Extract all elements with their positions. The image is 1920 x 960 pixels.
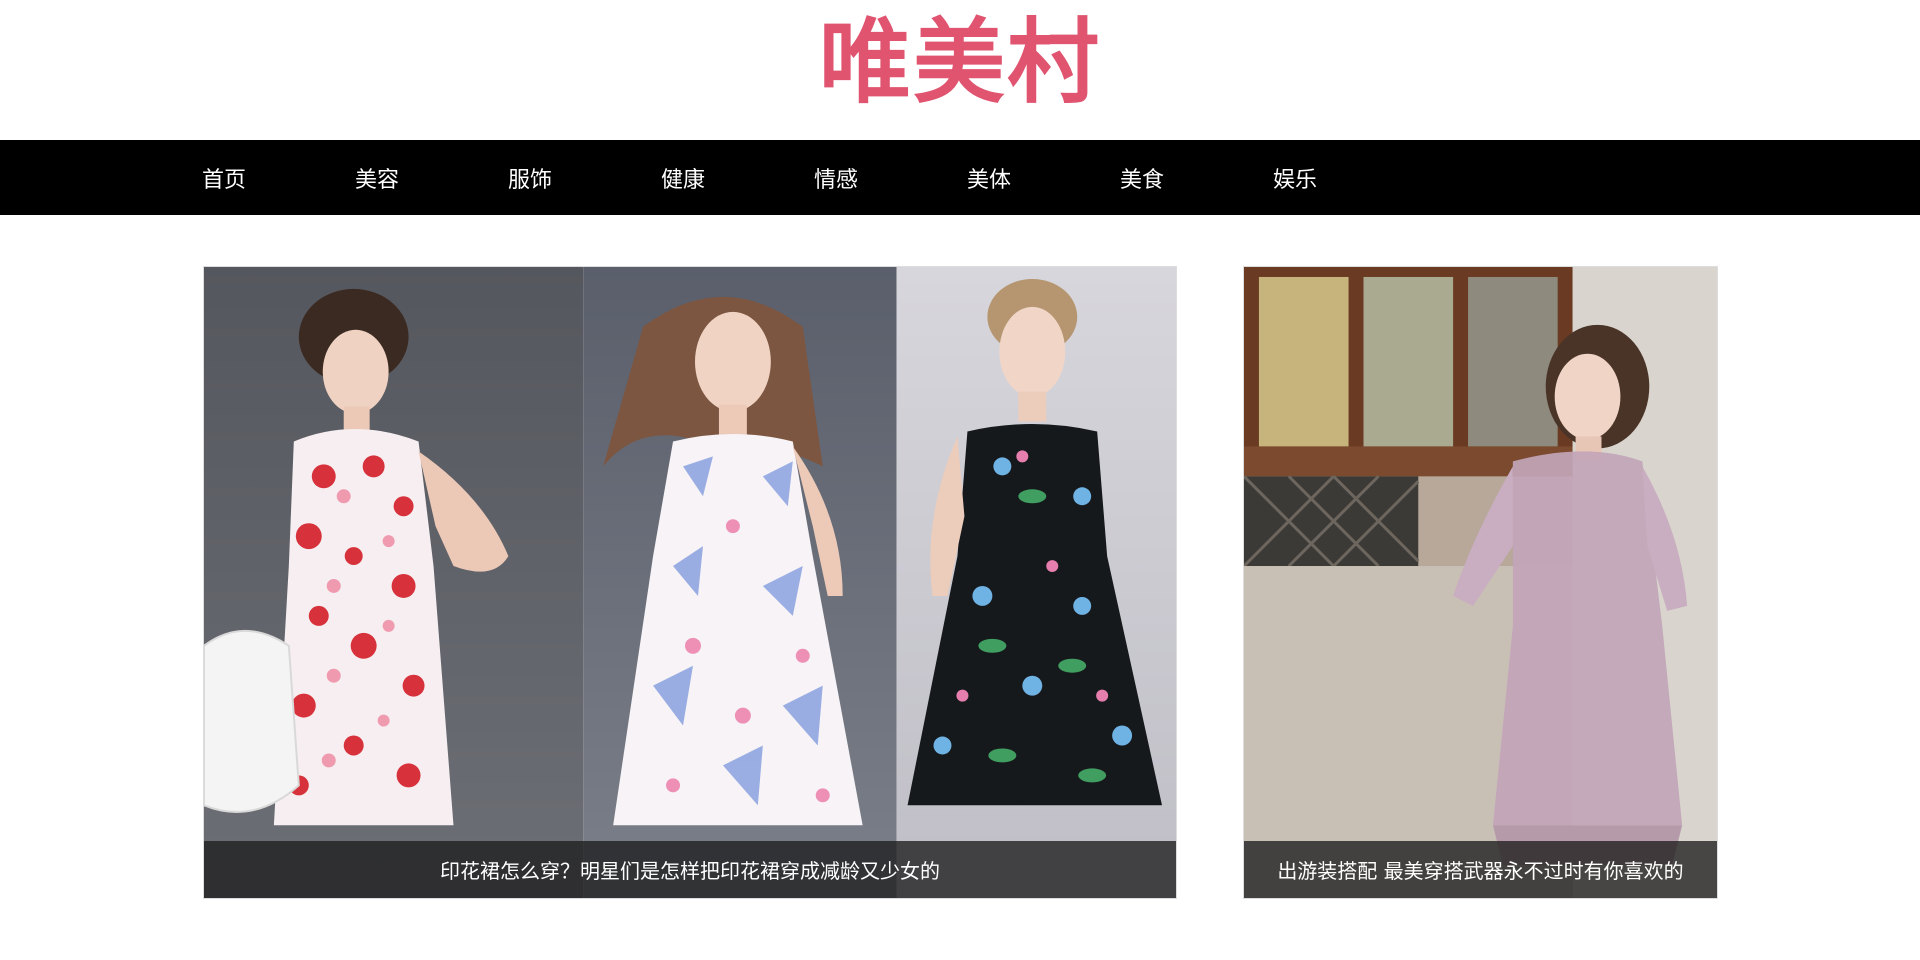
nav-item-health[interactable]: 健康 <box>661 140 814 215</box>
nav-item-food[interactable]: 美食 <box>1120 140 1273 215</box>
featured-article-main[interactable]: 印花裙怎么穿？明星们是怎样把印花裙穿成减龄又少女的 <box>203 266 1177 899</box>
nav-item-home[interactable]: 首页 <box>202 140 355 215</box>
nav-item-body[interactable]: 美体 <box>967 140 1120 215</box>
featured-main-caption[interactable]: 印花裙怎么穿？明星们是怎样把印花裙穿成减龄又少女的 <box>204 841 1176 898</box>
site-header: 唯美村 <box>0 0 1920 140</box>
woman-lavender-romper-image <box>1244 267 1717 898</box>
featured-side-caption[interactable]: 出游装搭配 最美穿搭武器永不过时有你喜欢的 <box>1244 841 1717 898</box>
featured-article-side[interactable]: 出游装搭配 最美穿搭武器永不过时有你喜欢的 <box>1243 266 1718 899</box>
main-navigation: 首页 美容 服饰 健康 情感 美体 美食 娱乐 <box>0 140 1920 215</box>
nav-item-entertainment[interactable]: 娱乐 <box>1273 140 1426 215</box>
site-logo[interactable]: 唯美村 <box>800 8 1120 118</box>
nav-item-emotion[interactable]: 情感 <box>814 140 967 215</box>
nav-item-fashion[interactable]: 服饰 <box>508 140 661 215</box>
nav-list: 首页 美容 服饰 健康 情感 美体 美食 娱乐 <box>202 140 1426 215</box>
nav-item-beauty[interactable]: 美容 <box>355 140 508 215</box>
three-models-floral-dresses-image <box>204 267 1176 898</box>
